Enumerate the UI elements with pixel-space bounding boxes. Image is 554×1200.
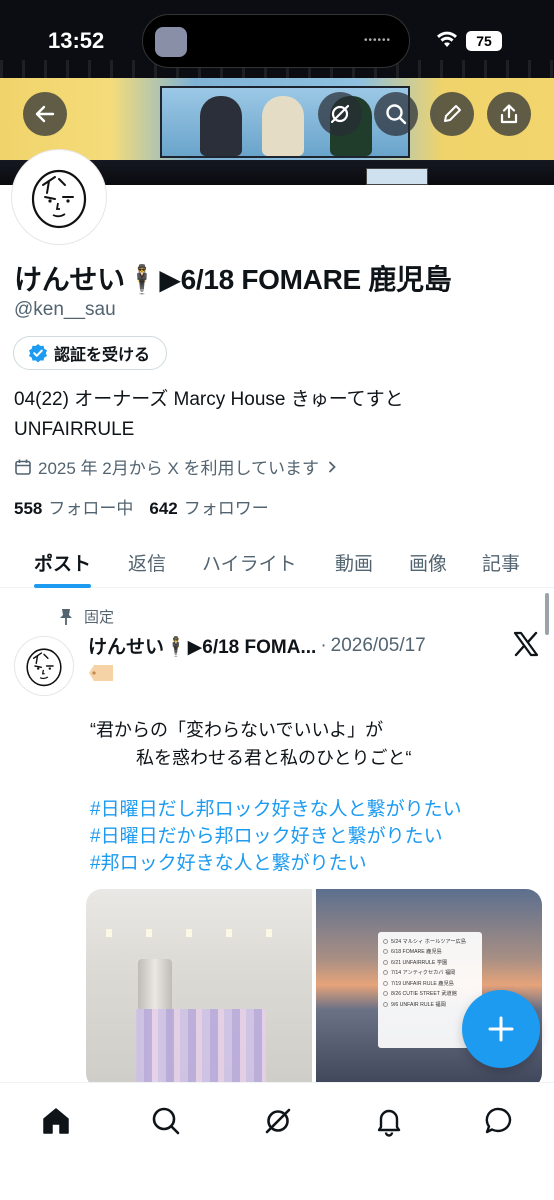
schedule-text: 5/24 マルシィ ホールツアー広島 (391, 938, 466, 945)
verified-badge-icon (29, 344, 47, 363)
post-text: “君からの「変わらないでいいよ」が 私を惑わせる君と私のひとりごと“ (90, 716, 411, 772)
following-count: 558 (14, 499, 43, 518)
media-photo-venue[interactable] (86, 889, 312, 1089)
schedule-item: 7/14 アンティクセカバ 福岡 (383, 968, 477, 979)
post-text-line: 私を惑わせる君と私のひとりごと“ (136, 748, 412, 768)
battery-indicator: 75 (466, 31, 502, 51)
followers-link[interactable]: 642 フォロワー (149, 494, 268, 519)
schedule-text: 9/6 UNFAIR RULE 福岡 (391, 1001, 446, 1008)
back-button[interactable] (23, 92, 67, 136)
nav-search[interactable] (146, 1101, 186, 1141)
schedule-item: 8/26 CUTIE STREET 武道館 (383, 989, 477, 1000)
grok-icon (265, 1108, 291, 1134)
chat-bubble-icon (485, 1107, 512, 1134)
schedule-item: 6/21 UNFAIRRULE 学園 (383, 957, 477, 968)
tab-replies[interactable]: 返信 (128, 536, 166, 588)
followers-label: フォロワー (183, 499, 269, 518)
island-dots: •••••• (363, 35, 391, 46)
profile-tabs: ポスト 返信 ハイライト 動画 画像 記事 (0, 536, 554, 588)
pencil-icon (444, 105, 461, 122)
hashtag-link[interactable]: #日曜日だし邦ロック好きな人と繋がりたい (90, 796, 462, 823)
bottom-nav (0, 1082, 554, 1200)
joined-date[interactable]: 2025 年 2月から X を利用しています (14, 454, 339, 479)
get-verified-button[interactable]: 認証を受ける (13, 336, 168, 370)
bio-line: 04(22) オーナーズ Marcy House きゅーてすと (14, 389, 404, 410)
post-hashtags: #日曜日だし邦ロック好きな人と繋がりたい #日曜日だから邦ロック好きと繋がりたい… (90, 796, 462, 877)
post-header: けんせい🕴▶6/18 FOMA... · 2026/05/17 (88, 632, 426, 659)
side-screen (366, 168, 428, 185)
profile-bio: 04(22) オーナーズ Marcy House きゅーてすと UNFAIRRU… (14, 385, 534, 445)
display-name: けんせい🕴▶6/18 FOMARE 鹿児島 (14, 264, 452, 295)
venue-screen (136, 1009, 266, 1089)
post-text-line: “君からの「変わらないでいいよ」が (90, 720, 384, 740)
joined-text: 2025 年 2月から X を利用しています (38, 459, 319, 478)
pinned-indicator: 固定 (58, 606, 114, 627)
schedule-item: 5/24 マルシィ ホールツアー広島 (383, 936, 477, 947)
search-button[interactable] (374, 92, 418, 136)
wifi-icon (437, 31, 457, 47)
grok-icon (330, 104, 350, 124)
share-icon (500, 104, 518, 124)
hashtag-link[interactable]: #邦ロック好きな人と繋がりたい (90, 850, 462, 877)
follow-stats: 558 フォロー中 642 フォロワー (14, 494, 269, 519)
scrollbar[interactable] (545, 593, 549, 635)
tab-posts[interactable]: ポスト (34, 536, 92, 588)
get-verified-label: 認証を受ける (54, 347, 151, 364)
pinned-label: 固定 (84, 609, 115, 626)
banner-person (200, 96, 242, 156)
tab-articles[interactable]: 記事 (482, 536, 520, 588)
schedule-text: 7/14 アンティクセカバ 福岡 (391, 970, 456, 977)
post-date[interactable]: 2026/05/17 (331, 635, 426, 657)
nav-messages[interactable] (479, 1101, 519, 1141)
calendar-icon (15, 459, 31, 475)
post-media: 5/24 マルシィ ホールツアー広島 6/18 FOMARE 鹿児島 6/21 … (86, 889, 542, 1089)
x-logo-icon (513, 631, 539, 657)
bio-line: UNFAIRRULE (14, 419, 135, 440)
tab-videos[interactable]: 動画 (335, 536, 373, 588)
schedule-text: 7/19 UNFAIR RULE 鹿児島 (391, 980, 454, 987)
schedule-text: 6/21 UNFAIRRULE 学園 (391, 959, 448, 966)
edit-button[interactable] (430, 92, 474, 136)
schedule-item: 7/19 UNFAIR RULE 鹿児島 (383, 978, 477, 989)
nav-grok[interactable] (258, 1101, 298, 1141)
tab-highlights[interactable]: ハイライト (202, 536, 297, 588)
bell-icon (377, 1109, 401, 1137)
hashtag-link[interactable]: #日曜日だから邦ロック好きと繋がりたい (90, 823, 462, 850)
share-button[interactable] (487, 92, 531, 136)
banner-person (262, 96, 304, 156)
search-icon (152, 1107, 180, 1135)
grok-button[interactable] (318, 92, 362, 136)
profile-avatar[interactable] (12, 150, 106, 244)
app-icon (155, 27, 187, 57)
tab-images[interactable]: 画像 (409, 536, 447, 588)
avatar-drawing (31, 169, 87, 229)
schedule-item: 9/6 UNFAIR RULE 福岡 (383, 999, 477, 1010)
schedule-text: 6/18 FOMARE 鹿児島 (391, 949, 442, 956)
search-icon (386, 104, 407, 125)
schedule-item: 6/18 FOMARE 鹿児島 (383, 947, 477, 958)
nav-notifications[interactable] (369, 1101, 409, 1141)
plus-icon (488, 1016, 514, 1042)
affiliate-badge-icon (89, 665, 113, 681)
following-label: フォロー中 (48, 499, 134, 518)
handle: @ken__sau (14, 299, 116, 320)
post-separator: · (320, 634, 327, 656)
followers-count: 642 (149, 499, 178, 518)
post-author[interactable]: けんせい🕴▶6/18 FOMA... (88, 632, 316, 659)
following-link[interactable]: 558 フォロー中 (14, 494, 133, 519)
schedule-text: 8/26 CUTIE STREET 武道館 (391, 991, 457, 998)
pin-icon (60, 608, 72, 625)
nav-home[interactable] (36, 1101, 76, 1141)
avatar-drawing (26, 648, 62, 687)
post-avatar[interactable] (14, 636, 74, 696)
ceiling-lights (106, 929, 296, 937)
home-icon (43, 1108, 69, 1134)
arrow-left-icon (35, 105, 55, 123)
compose-post-button[interactable] (462, 990, 540, 1068)
chevron-right-icon (329, 461, 336, 472)
status-time: 13:52 (48, 28, 105, 53)
dynamic-island[interactable]: •••••• (142, 14, 410, 68)
